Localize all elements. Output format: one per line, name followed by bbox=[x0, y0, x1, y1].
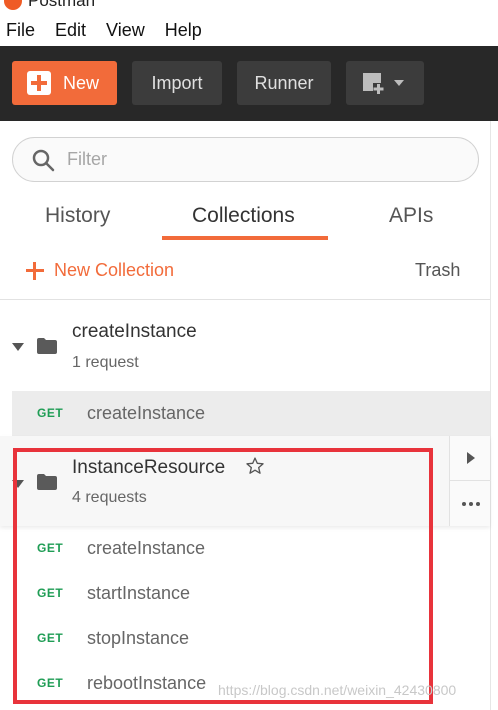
collection-item[interactable]: InstanceResource 4 requests bbox=[0, 436, 490, 526]
collection-name: createInstance bbox=[72, 321, 197, 342]
chevron-down-icon[interactable] bbox=[12, 480, 24, 488]
request-item[interactable]: GET createInstance bbox=[0, 526, 490, 571]
import-button[interactable]: Import bbox=[132, 61, 222, 105]
new-collection-button[interactable]: New Collection bbox=[26, 260, 174, 281]
new-collection-label: New Collection bbox=[54, 260, 175, 280]
folder-icon bbox=[37, 338, 57, 354]
collection-actions: New Collection Trash bbox=[0, 252, 490, 292]
menu-file[interactable]: File bbox=[6, 20, 35, 41]
search-icon bbox=[32, 149, 55, 171]
chevron-right-icon bbox=[466, 452, 475, 464]
sidebar-tabs: History Collections APIs bbox=[0, 196, 490, 246]
more-actions-button[interactable] bbox=[450, 481, 491, 526]
star-icon[interactable] bbox=[245, 456, 265, 476]
collection-side-actions bbox=[449, 436, 491, 526]
header-toolbar: New Import Runner bbox=[0, 46, 498, 121]
filter-input[interactable] bbox=[67, 149, 447, 170]
request-method: GET bbox=[37, 541, 64, 555]
menu-bar: File Edit View Help bbox=[0, 14, 498, 46]
folder-icon bbox=[37, 474, 57, 490]
title-bar: Postman bbox=[0, 0, 498, 14]
request-method: GET bbox=[37, 406, 64, 420]
request-name: createInstance bbox=[87, 403, 206, 423]
request-method: GET bbox=[37, 676, 64, 690]
tab-history[interactable]: History bbox=[45, 204, 110, 228]
collection-item[interactable]: createInstance 1 request bbox=[0, 300, 490, 391]
more-icon bbox=[461, 501, 466, 506]
request-name: createInstance bbox=[87, 538, 206, 558]
collection-name: InstanceResource bbox=[72, 457, 226, 478]
collection-request-count: 1 request bbox=[72, 354, 139, 371]
editor-pane-edge bbox=[490, 121, 498, 710]
new-button-label: New bbox=[63, 72, 100, 93]
new-button[interactable]: New bbox=[12, 61, 117, 105]
trash-button[interactable]: Trash bbox=[415, 260, 460, 281]
new-window-icon bbox=[363, 73, 404, 95]
menu-help[interactable]: Help bbox=[165, 20, 202, 41]
request-item[interactable]: GET stopInstance bbox=[0, 616, 490, 661]
request-name: stopInstance bbox=[87, 628, 190, 648]
request-method: GET bbox=[37, 631, 64, 645]
filter-search bbox=[12, 137, 479, 182]
expand-collection-button[interactable] bbox=[450, 436, 491, 481]
request-item[interactable]: GET createInstance bbox=[0, 391, 490, 436]
chevron-down-icon[interactable] bbox=[12, 343, 24, 351]
new-window-button[interactable] bbox=[346, 61, 424, 105]
request-name: rebootInstance bbox=[87, 673, 207, 693]
menu-view[interactable]: View bbox=[106, 20, 145, 41]
watermark: https://blog.csdn.net/weixin_42430800 bbox=[218, 682, 457, 698]
plus-icon bbox=[27, 71, 51, 95]
runner-button[interactable]: Runner bbox=[237, 61, 331, 105]
request-name: startInstance bbox=[87, 583, 191, 603]
tab-apis[interactable]: APIs bbox=[389, 204, 433, 228]
window-title: Postman bbox=[28, 0, 96, 10]
plus-icon bbox=[26, 261, 44, 280]
tab-collections[interactable]: Collections bbox=[192, 204, 295, 228]
menu-edit[interactable]: Edit bbox=[55, 20, 86, 41]
collection-request-count: 4 requests bbox=[72, 489, 147, 506]
active-tab-indicator bbox=[162, 236, 328, 240]
request-item[interactable]: GET startInstance bbox=[0, 571, 490, 616]
postman-logo-icon bbox=[4, 0, 22, 10]
request-method: GET bbox=[37, 586, 64, 600]
